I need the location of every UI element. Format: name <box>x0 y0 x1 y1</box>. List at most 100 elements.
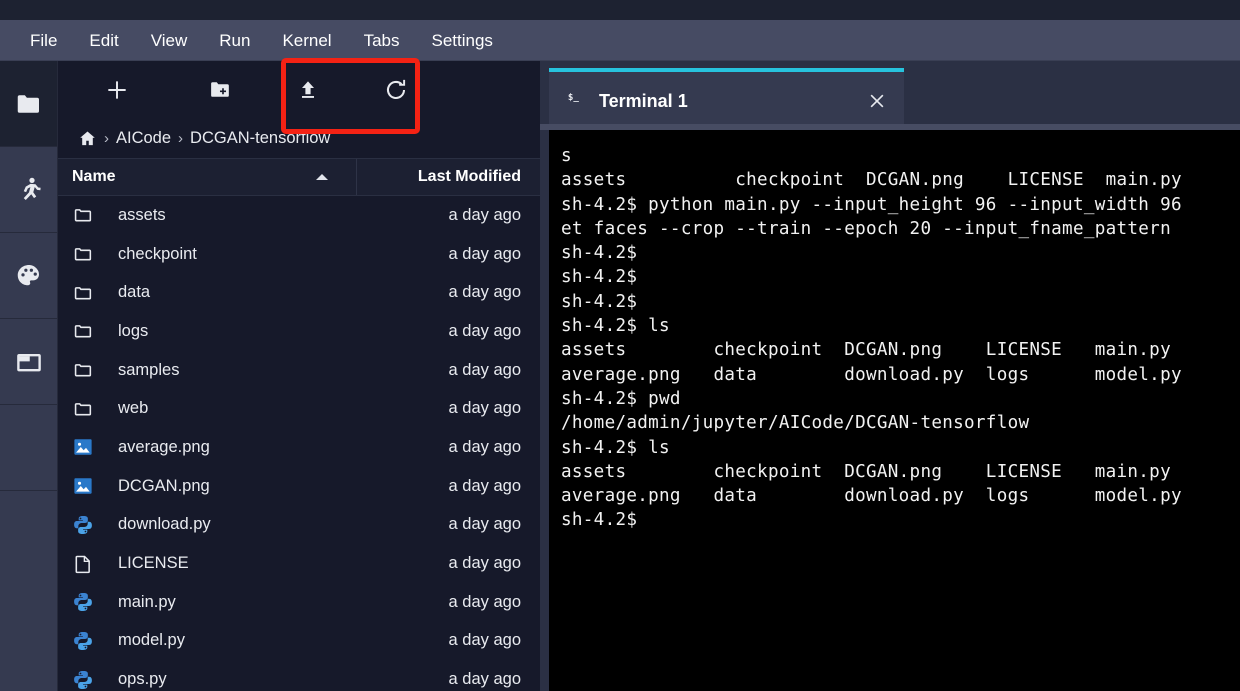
breadcrumb-item-aicode[interactable]: AICode <box>116 129 171 148</box>
file-browser-panel: › AICode › DCGAN-tensorflow Name Last Mo… <box>58 61 540 691</box>
file-list-item[interactable]: main.pya day ago <box>58 583 540 622</box>
terminal-prompt-icon: $_ <box>567 89 587 114</box>
upload-icon <box>296 78 320 102</box>
tab-terminal-1[interactable]: $_ Terminal 1 <box>549 68 904 130</box>
file-browser-toolbar <box>58 61 540 118</box>
column-header-last-modified[interactable]: Last Modified <box>357 159 540 195</box>
file-list-item-name: main.py <box>118 593 449 612</box>
file-list-item-name: download.py <box>118 515 449 534</box>
file-list-item-modified: a day ago <box>449 206 540 225</box>
file-list-item-name: ops.py <box>118 670 449 689</box>
terminal-line: s <box>561 144 1240 168</box>
terminal-line: sh-4.2$ ls <box>561 314 1240 338</box>
menu-item-view[interactable]: View <box>135 20 204 61</box>
folder-icon <box>72 204 106 226</box>
new-folder-icon <box>208 77 233 102</box>
column-header-name[interactable]: Name <box>58 159 357 195</box>
sidebar-item-file-browser[interactable] <box>0 61 57 147</box>
breadcrumb-item-dcgan-tensorflow[interactable]: DCGAN-tensorflow <box>190 129 330 148</box>
file-list-item[interactable]: assetsa day ago <box>58 196 540 235</box>
plus-icon <box>104 77 130 103</box>
column-header-name-label: Name <box>72 168 116 186</box>
terminal-line: sh-4.2$ <box>561 290 1240 314</box>
sidebar-item-running-terminals[interactable] <box>0 147 57 233</box>
breadcrumb: › AICode › DCGAN-tensorflow <box>58 118 540 158</box>
upload-button[interactable] <box>264 61 352 118</box>
folder-icon <box>72 359 106 381</box>
file-list-item[interactable]: checkpointa day ago <box>58 235 540 274</box>
file-list-item-modified: a day ago <box>449 399 540 418</box>
file-list-item-name: assets <box>118 206 449 225</box>
menu-item-settings[interactable]: Settings <box>416 20 509 61</box>
file-icon <box>72 553 106 575</box>
file-list-item[interactable]: dataa day ago <box>58 273 540 312</box>
file-list-item[interactable]: logsa day ago <box>58 312 540 351</box>
image-icon <box>72 475 106 497</box>
file-list-item-modified: a day ago <box>449 515 540 534</box>
palette-icon <box>14 261 44 291</box>
terminal-output[interactable]: s assets checkpoint DCGAN.png LICENSE mai… <box>549 130 1240 691</box>
file-list-item-modified: a day ago <box>449 631 540 650</box>
terminal-line: sh-4.2$ python main.py --input_height 96… <box>561 193 1240 217</box>
image-icon <box>72 436 106 458</box>
terminal-line: sh-4.2$ <box>561 265 1240 289</box>
sidebar-item-open-tabs[interactable] <box>0 319 57 405</box>
terminal-line: sh-4.2$ <box>561 508 1240 532</box>
python-icon <box>72 514 106 536</box>
menu-item-tabs[interactable]: Tabs <box>348 20 416 61</box>
column-header-last-modified-label: Last Modified <box>418 168 521 186</box>
file-list-item-modified: a day ago <box>449 283 540 302</box>
running-person-icon <box>14 175 44 205</box>
left-activity-bar <box>0 61 58 691</box>
file-list-item-modified: a day ago <box>449 245 540 264</box>
file-list-item[interactable]: model.pya day ago <box>58 622 540 661</box>
home-icon[interactable] <box>78 129 97 148</box>
breadcrumb-separator-2: › <box>178 130 183 147</box>
jupyterlab-window: File Edit View Run Kernel Tabs Settings <box>0 0 1240 691</box>
svg-text:$_: $_ <box>568 91 580 102</box>
menu-item-run[interactable]: Run <box>203 20 266 61</box>
new-folder-button[interactable] <box>176 61 264 118</box>
file-list-item-name: web <box>118 399 449 418</box>
file-list-item-name: checkpoint <box>118 245 449 264</box>
file-list-item-name: data <box>118 283 449 302</box>
window-icon <box>14 347 44 377</box>
menu-item-edit[interactable]: Edit <box>73 20 134 61</box>
file-list-item-modified: a day ago <box>449 554 540 573</box>
window-top-strip <box>0 0 1240 20</box>
sidebar-item-extension-manager[interactable] <box>0 233 57 319</box>
menu-item-kernel[interactable]: Kernel <box>266 20 347 61</box>
file-list-item-modified: a day ago <box>449 477 540 496</box>
new-launcher-button[interactable] <box>58 61 176 118</box>
menu-item-file[interactable]: File <box>14 20 73 61</box>
python-icon <box>72 669 106 691</box>
dock-tab-bar: $_ Terminal 1 <box>540 61 1240 130</box>
file-list-item[interactable]: samplesa day ago <box>58 351 540 390</box>
file-list-item[interactable]: weba day ago <box>58 389 540 428</box>
terminal-line: /home/admin/jupyter/AICode/DCGAN-tensorf… <box>561 411 1240 435</box>
file-list-header: Name Last Modified <box>58 158 540 196</box>
file-list-item-name: average.png <box>118 438 449 457</box>
refresh-button[interactable] <box>352 61 440 118</box>
file-list-item[interactable]: download.pya day ago <box>58 506 540 545</box>
terminal-line: assets checkpoint DCGAN.png LICENSE main… <box>561 460 1240 484</box>
file-list-item-modified: a day ago <box>449 670 540 689</box>
file-list-item[interactable]: DCGAN.pnga day ago <box>58 467 540 506</box>
terminal-line: assets checkpoint DCGAN.png LICENSE main… <box>561 338 1240 362</box>
refresh-icon <box>383 77 409 103</box>
terminal-line: sh-4.2$ pwd <box>561 387 1240 411</box>
file-list: assetsa day agocheckpointa day agodataa … <box>58 196 540 691</box>
file-list-item[interactable]: average.pnga day ago <box>58 428 540 467</box>
breadcrumb-separator-1: › <box>104 130 109 147</box>
terminal-line: average.png data download.py logs model.… <box>561 363 1240 387</box>
file-list-item-modified: a day ago <box>449 438 540 457</box>
terminal-line: et faces --crop --train --epoch 20 --inp… <box>561 217 1240 241</box>
file-list-item[interactable]: ops.pya day ago <box>58 660 540 691</box>
folder-icon <box>14 89 44 119</box>
file-list-item[interactable]: LICENSEa day ago <box>58 544 540 583</box>
close-icon[interactable] <box>864 88 890 114</box>
main-menu-bar: File Edit View Run Kernel Tabs Settings <box>0 20 1240 61</box>
file-list-item-modified: a day ago <box>449 593 540 612</box>
folder-icon <box>72 282 106 304</box>
terminal-line: sh-4.2$ <box>561 241 1240 265</box>
